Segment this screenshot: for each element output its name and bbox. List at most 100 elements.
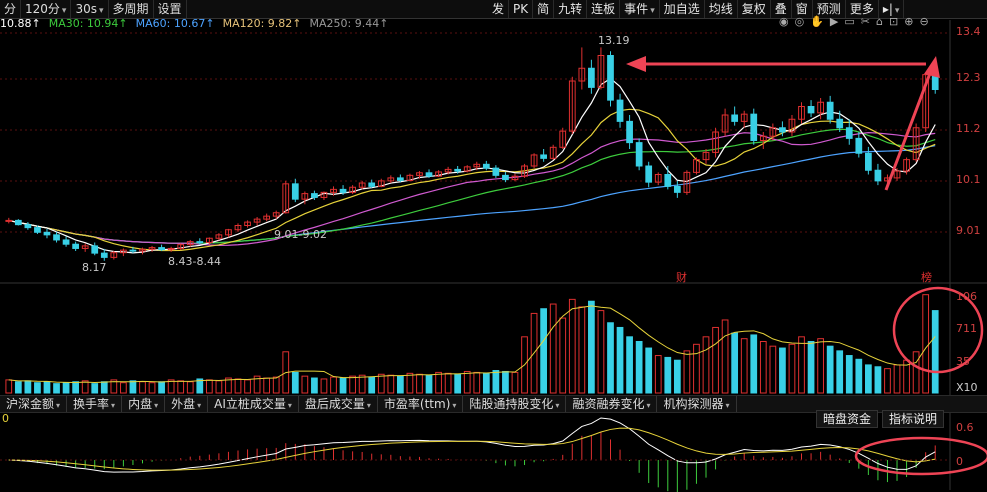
ind-axis-0: 0.6 — [956, 421, 974, 434]
dark-pool-button[interactable]: 暗盘资金 — [816, 410, 879, 428]
volume-bar — [673, 359, 681, 394]
volume-bar — [855, 358, 863, 394]
volume-bar — [549, 303, 557, 394]
candle-body — [626, 120, 633, 144]
mid-annotation: 9.01-9.02 — [274, 228, 327, 241]
volume-bar — [502, 370, 509, 394]
volume-bar — [406, 372, 414, 394]
tab-pe-ttm[interactable]: 市盈率(ttm) — [378, 396, 464, 412]
tab-ai-volume[interactable]: AI立桩成交量 — [208, 396, 299, 412]
volume-bar — [912, 351, 920, 394]
high-annotation: 13.19 — [598, 34, 630, 47]
volume-bar — [654, 355, 662, 394]
volume-bar — [788, 343, 796, 394]
volume-bar — [62, 382, 70, 394]
candle-body — [616, 99, 624, 122]
candle-body — [664, 174, 672, 187]
candle-body — [43, 231, 51, 236]
volume-bar — [368, 376, 376, 394]
candle-body — [397, 177, 404, 181]
tab-turnover[interactable]: 换手率 — [67, 396, 123, 412]
price-axis-4: 9.01 — [956, 224, 981, 237]
ind-axis-1: 0 — [956, 455, 963, 468]
low1-annotation: 8.17 — [82, 261, 107, 274]
volume-bar — [425, 374, 433, 394]
candle-body — [425, 172, 433, 177]
indicator-help-button[interactable]: 指标说明 — [882, 410, 945, 428]
volume-bar — [129, 380, 137, 394]
arrow-up-shaft — [884, 67, 934, 191]
volume-bar — [884, 368, 891, 394]
candle-body — [673, 185, 681, 193]
volume-bar — [473, 371, 481, 394]
candle-body — [826, 101, 834, 120]
volume-bar — [664, 356, 672, 394]
tab-outer[interactable]: 外盘 — [165, 396, 209, 412]
candle-body — [635, 142, 643, 167]
tab-inner[interactable]: 内盘 — [122, 396, 166, 412]
candle-body — [645, 165, 653, 183]
candle-body — [845, 127, 853, 139]
volume-bar — [712, 326, 719, 394]
candle-body — [855, 137, 863, 154]
vol-axis-1: 711 — [956, 322, 977, 335]
volume-bar — [320, 378, 328, 394]
volume-bar — [463, 370, 471, 394]
volume-bar — [826, 345, 834, 394]
volume-bar — [158, 381, 165, 394]
candle-body — [91, 245, 99, 254]
volume-bar — [148, 382, 156, 394]
candle-body — [339, 188, 347, 193]
tab-hk-connect[interactable]: 陆股通持股变化 — [463, 396, 567, 412]
candle-body — [731, 114, 739, 122]
candle-body — [5, 219, 13, 222]
volume-bar — [72, 381, 79, 394]
volume-bar — [186, 381, 194, 394]
tab-institution[interactable]: 机构探测器 — [657, 396, 737, 412]
vol-axis-3: X10 — [956, 381, 978, 394]
candle-body — [502, 174, 509, 181]
volume-bar — [435, 371, 442, 394]
volume-bar — [291, 371, 299, 394]
tab-margin[interactable]: 融资融券变化 — [566, 396, 658, 412]
tab-hushen-amount[interactable]: 沪深金额 — [0, 396, 68, 412]
volume-bar — [626, 336, 633, 394]
volume-bar — [836, 350, 844, 394]
volume-bar — [5, 379, 13, 394]
volume-bar — [454, 373, 462, 394]
volume-bar — [559, 317, 567, 394]
volume-bar — [511, 371, 519, 394]
volume-bar — [43, 381, 51, 394]
candle-body — [750, 113, 758, 142]
volume-bar — [205, 379, 213, 394]
volume-bar — [540, 308, 547, 394]
candle-body — [196, 241, 204, 244]
volume-bar — [215, 380, 223, 394]
volume-bar — [817, 338, 824, 394]
volume-bar — [616, 326, 624, 394]
volume-bar — [588, 300, 595, 394]
ma30-line — [8, 128, 936, 244]
volume-bar — [349, 375, 356, 394]
volume-bar — [234, 378, 242, 394]
volume-bar — [721, 319, 729, 394]
candle-body — [492, 167, 500, 176]
price-axis-2: 11.2 — [956, 122, 981, 135]
bang-marker[interactable]: 榜 — [921, 269, 932, 285]
ma5-line — [8, 77, 936, 254]
volume-ma-line — [8, 305, 936, 384]
volume-bar — [397, 375, 404, 394]
volume-bar — [578, 306, 586, 394]
candle-body — [291, 183, 299, 200]
vol-axis-2: 35 — [956, 355, 970, 368]
tab-afterhours-volume[interactable]: 盘后成交量 — [299, 396, 378, 412]
candle-body — [129, 249, 137, 252]
volume-bar — [645, 347, 653, 394]
volume-bar — [865, 364, 872, 394]
volume-bar — [683, 350, 691, 394]
cai-marker[interactable]: 财 — [676, 269, 687, 285]
volume-bar — [358, 374, 366, 394]
candle-body — [53, 234, 60, 241]
tab-buttons: 暗盘资金 指标说明 — [812, 410, 945, 428]
volume-bar — [91, 383, 99, 394]
